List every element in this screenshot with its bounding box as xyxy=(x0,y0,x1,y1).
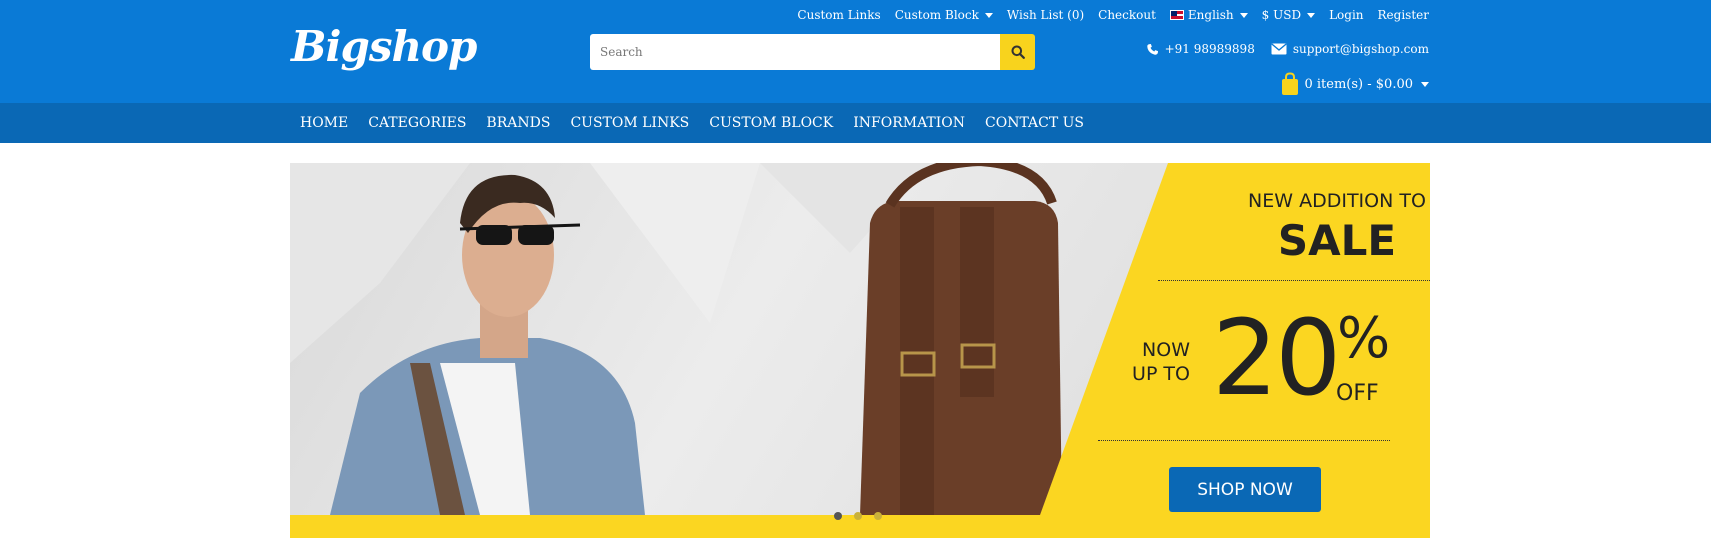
promo-now: NOW xyxy=(1142,339,1190,361)
phone-number: +91 98989898 xyxy=(1164,42,1255,56)
search-icon xyxy=(1011,45,1025,59)
shopping-bag-icon xyxy=(1281,72,1298,95)
phone-contact[interactable]: +91 98989898 xyxy=(1146,42,1255,56)
promo-now-up-to: NOW UP TO xyxy=(1100,338,1190,386)
email-contact[interactable]: support@bigshop.com xyxy=(1271,42,1429,56)
checkout-link[interactable]: Checkout xyxy=(1098,8,1156,22)
promo-percent-sign: % xyxy=(1337,306,1391,371)
shop-now-button[interactable]: SHOP NOW xyxy=(1169,467,1321,512)
nav-item-home[interactable]: HOME xyxy=(290,103,358,143)
phone-icon xyxy=(1146,43,1158,55)
promo-off: OFF xyxy=(1336,381,1379,406)
hero-slider: NEW ADDITION TO SALE NOW UP TO 20 % OFF … xyxy=(290,163,1430,538)
login-link[interactable]: Login xyxy=(1329,8,1363,22)
promo-divider-bottom xyxy=(1098,440,1390,441)
nav-item-custom-block[interactable]: CUSTOM BLOCK xyxy=(699,103,843,143)
promo-divider-top xyxy=(1158,280,1430,281)
nav-item-categories[interactable]: CATEGORIES xyxy=(358,103,476,143)
login-label: Login xyxy=(1329,8,1364,22)
register-link[interactable]: Register xyxy=(1378,8,1429,22)
chevron-down-icon xyxy=(1421,81,1429,87)
currency-label: $ USD xyxy=(1261,8,1302,22)
main-navigation: HOME CATEGORIES BRANDS CUSTOM LINKS CUST… xyxy=(0,103,1711,143)
site-header: Custom Links Custom Block Wish List (0) … xyxy=(0,0,1711,103)
promo-up-to: UP TO xyxy=(1132,363,1190,385)
chevron-down-icon xyxy=(984,12,993,18)
promo-headline: NEW ADDITION TO xyxy=(1248,190,1426,212)
promo-percent: 20 xyxy=(1212,297,1341,419)
search-bar xyxy=(590,34,1035,70)
custom-block-label: Custom Block xyxy=(894,8,979,22)
uk-flag-icon xyxy=(1169,10,1184,20)
language-dropdown[interactable]: English xyxy=(1169,8,1248,22)
site-logo[interactable]: Bigshop xyxy=(291,22,477,71)
slider-dot-3[interactable] xyxy=(874,512,882,520)
checkout-label: Checkout xyxy=(1098,8,1156,22)
chevron-down-icon xyxy=(1307,12,1316,18)
wishlist-label: Wish List (0) xyxy=(1006,8,1085,22)
promo-sale: SALE xyxy=(1277,216,1397,265)
chevron-down-icon xyxy=(1239,12,1248,18)
slider-pagination xyxy=(834,512,882,520)
nav-item-information[interactable]: INFORMATION xyxy=(843,103,975,143)
wishlist-link[interactable]: Wish List (0) xyxy=(1007,8,1084,22)
search-button[interactable] xyxy=(1000,34,1035,70)
contact-info: +91 98989898 support@bigshop.com xyxy=(1146,42,1429,56)
email-address: support@bigshop.com xyxy=(1292,42,1429,56)
currency-dropdown[interactable]: $ USD xyxy=(1261,8,1316,22)
slider-dot-1[interactable] xyxy=(834,512,842,520)
nav-item-contact-us[interactable]: CONTACT US xyxy=(975,103,1094,143)
custom-links-label: Custom Links xyxy=(797,8,881,22)
cart-summary: 0 item(s) - $0.00 xyxy=(1304,76,1414,92)
nav-menu: HOME CATEGORIES BRANDS CUSTOM LINKS CUST… xyxy=(290,103,1094,143)
register-label: Register xyxy=(1377,8,1429,22)
envelope-icon xyxy=(1271,43,1287,55)
language-label: English xyxy=(1187,8,1234,22)
cart-dropdown[interactable]: 0 item(s) - $0.00 xyxy=(1281,72,1429,96)
nav-item-brands[interactable]: BRANDS xyxy=(476,103,560,143)
nav-item-custom-links[interactable]: CUSTOM LINKS xyxy=(560,103,699,143)
slider-dot-2[interactable] xyxy=(854,512,862,520)
top-bar: Custom Links Custom Block Wish List (0) … xyxy=(797,7,1429,23)
custom-links-link[interactable]: Custom Links xyxy=(797,8,880,22)
search-input[interactable] xyxy=(590,34,1000,70)
custom-block-dropdown[interactable]: Custom Block xyxy=(895,8,993,22)
